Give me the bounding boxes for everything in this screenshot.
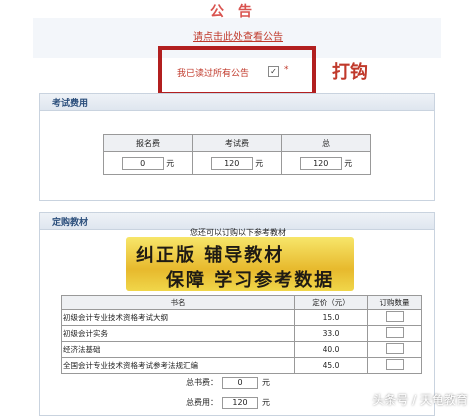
watermark: 头条号 / 天龟教育 [372, 393, 468, 407]
exam-fee-field[interactable]: 120 [210, 156, 253, 170]
book-price: 15.0 [294, 309, 368, 326]
book-name: 经济法基础 [61, 341, 295, 358]
annotation-label: 打钩 [332, 62, 368, 83]
total-books-field[interactable]: 0 [222, 377, 258, 389]
fee-table: 报名费 考试费 总 0 元 120 元 120 元 [103, 134, 371, 175]
table-row: 初级会计实务 33.0 [61, 325, 422, 342]
table-row: 经济法基础 40.0 [61, 341, 422, 358]
promo-banner: 纠正版 辅导教材 保障 学习参考数据 [126, 237, 354, 291]
qty-cell [367, 325, 422, 342]
banner-line-2: 保障 学习参考数据 [166, 270, 335, 291]
table-row: 全国会计专业技术资格考试参考法规汇编 45.0 [61, 357, 422, 374]
book-price: 33.0 [294, 325, 368, 342]
book-header-name: 书名 [61, 295, 295, 310]
quantity-input[interactable] [385, 343, 404, 354]
book-header-price: 定价（元） [294, 295, 368, 310]
book-section: 定购教材 您还可以订购以下参考教材 纠正版 辅导教材 保障 学习参考数据 书名 … [39, 212, 435, 416]
registration-fee-field[interactable]: 0 [121, 156, 164, 170]
fee-cell: 0 元 [103, 151, 193, 175]
quantity-input[interactable] [385, 311, 404, 322]
fee-header-registration: 报名费 [103, 134, 193, 152]
fee-section: 考试费用 报名费 考试费 总 0 元 120 元 120 元 [39, 93, 435, 201]
required-mark: * [284, 65, 289, 75]
confirm-read-checkbox[interactable]: ✓ [268, 66, 279, 77]
unit-label: 元 [262, 378, 270, 387]
grand-total-field[interactable]: 120 [222, 397, 258, 409]
book-name: 初级会计实务 [61, 325, 295, 342]
total-fee-label: 总费用： [186, 398, 218, 407]
fee-cell: 120 元 [281, 151, 371, 175]
quantity-input[interactable] [385, 359, 404, 370]
book-name: 初级会计专业技术资格考试大纲 [61, 309, 295, 326]
view-notice-link[interactable]: 请点击此处查看公告 [0, 28, 476, 43]
fee-header-exam: 考试费 [192, 134, 282, 152]
book-name: 全国会计专业技术资格考试参考法规汇编 [61, 357, 295, 374]
unit-label: 元 [255, 158, 264, 168]
book-price: 40.0 [294, 341, 368, 358]
unit-label: 元 [166, 158, 175, 168]
book-header-qty: 订购数量 [367, 295, 422, 310]
total-books-row: 总书费： 0 元 [186, 377, 270, 389]
fee-header-total: 总 [281, 134, 371, 152]
unit-label: 元 [262, 398, 270, 407]
book-price: 45.0 [294, 357, 368, 374]
qty-cell [367, 357, 422, 374]
total-books-label: 总书费： [186, 378, 218, 387]
fee-section-header: 考试费用 [40, 94, 434, 111]
quantity-input[interactable] [385, 327, 404, 338]
book-table: 书名 定价（元） 订购数量 初级会计专业技术资格考试大纲 15.0 初级会计实务… [61, 295, 422, 374]
fee-cell: 120 元 [192, 151, 282, 175]
qty-cell [367, 341, 422, 358]
confirm-read-label: 我已读过所有公告 [177, 69, 250, 79]
fee-section-title: 考试费用 [52, 99, 89, 109]
qty-cell [367, 309, 422, 326]
banner-line-1: 纠正版 辅导教材 [136, 245, 285, 266]
unit-label: 元 [344, 158, 353, 168]
table-row: 初级会计专业技术资格考试大纲 15.0 [61, 309, 422, 326]
total-fee-row: 总费用： 120 元 [186, 397, 270, 409]
total-fee-field[interactable]: 120 [299, 156, 342, 170]
